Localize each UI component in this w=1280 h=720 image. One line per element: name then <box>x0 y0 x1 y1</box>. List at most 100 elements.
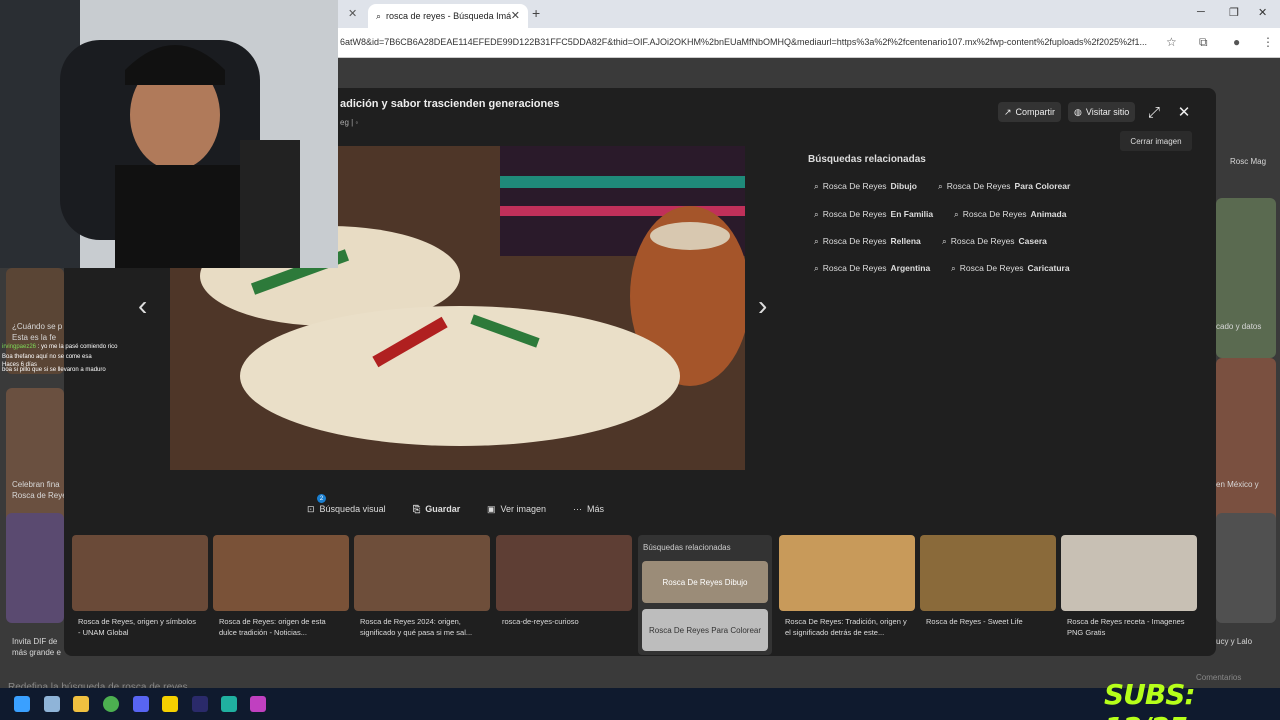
chip-prefix: Rosca De Reyes <box>950 236 1015 246</box>
more-dots-icon: ··· <box>573 504 582 514</box>
chat-user: irvingpaez26 <box>2 344 37 350</box>
bg-caption: cado y datos <box>1216 322 1262 331</box>
subs-counter: SUBS: 12/25 <box>1104 678 1196 720</box>
similar-image-card[interactable]: Rosca de Reyes receta - Imagenes PNG Gra… <box>1061 535 1197 650</box>
view-image-label: Ver imagen <box>500 504 547 514</box>
result-thumb[interactable] <box>1216 358 1276 528</box>
similar-image-card[interactable]: Rosca de Reyes, origen y símbolos - UNAM… <box>72 535 208 650</box>
related-chip[interactable]: ⌕ Rosca De Reyes Casera <box>942 231 1047 251</box>
related-chip[interactable]: ⌕ Rosca De Reyes Caricatura <box>951 258 1070 278</box>
chip-keyword: Rellena <box>890 236 921 246</box>
chip-keyword: Dibujo <box>890 181 917 191</box>
visual-search-label: Búsqueda visual <box>319 504 386 514</box>
premiere-icon[interactable] <box>192 696 208 712</box>
windows-start-icon[interactable] <box>14 696 30 712</box>
result-thumb[interactable] <box>6 388 64 528</box>
capcut-icon[interactable] <box>221 696 237 712</box>
screen-root: ¿Cuándo se p Esta es la fe Celebran fina… <box>0 0 1280 720</box>
bg-caption: Celebran fina <box>12 480 60 489</box>
search-icon: ⌕ <box>942 235 947 246</box>
similar-image <box>779 535 915 611</box>
similar-caption: Rosca de Reyes: origen de esta dulce tra… <box>219 617 326 637</box>
related-box-item[interactable]: Rosca De Reyes Para Colorear <box>642 609 768 651</box>
bg-caption: ucy y Lalo <box>1216 637 1253 646</box>
file-explorer-icon[interactable] <box>73 696 89 712</box>
app-icon[interactable] <box>250 696 266 712</box>
tab-title: rosca de reyes - Búsqueda Imá <box>386 11 512 21</box>
new-tab-icon[interactable]: + <box>532 5 540 21</box>
expand-icon[interactable]: ⤢ <box>1144 102 1164 122</box>
chip-prefix: Rosca De Reyes <box>946 181 1011 191</box>
similar-image <box>920 535 1056 611</box>
chat-text: Boa thefano aquí no se come esa <box>2 354 92 360</box>
related-box-item[interactable]: Rosca De Reyes Dibujo <box>642 561 768 603</box>
bg-caption: Invita DIF de <box>12 637 58 646</box>
chip-keyword: Animada <box>1030 209 1067 219</box>
image-title[interactable]: adición y sabor trascienden generaciones <box>340 98 559 110</box>
related-chip[interactable]: ⌕ Rosca De Reyes Rellena <box>814 231 921 251</box>
next-image-arrow[interactable]: › <box>758 290 767 322</box>
share-button[interactable]: ↗ Compartir <box>998 102 1062 122</box>
streamer-camera <box>0 0 338 268</box>
visit-label: Visitar sitio <box>1085 107 1130 117</box>
related-chip[interactable]: ⌕ Rosca De Reyes Argentina <box>814 258 930 278</box>
related-chip[interactable]: ⌕ Rosca De Reyes Dibujo <box>814 176 917 196</box>
related-chip[interactable]: ⌕ Rosca De Reyes Para Colorear <box>938 176 1070 196</box>
stream-chat: irvingpaez26 : yo me la pasé comiendo ri… <box>0 268 170 388</box>
search-icon: ⌕ <box>814 208 819 219</box>
webcam-overlay <box>0 0 338 268</box>
visit-site-button[interactable]: ◍ Visitar sitio <box>1068 102 1136 122</box>
similar-image-card[interactable]: rosca-de-reyes-curioso <box>496 535 632 650</box>
view-image-button[interactable]: ▣ Ver imagen <box>487 502 546 516</box>
close-icon[interactable]: ✕ <box>348 7 357 20</box>
similar-image-card[interactable]: Rosca De Reyes: Tradición, origen y el s… <box>779 535 915 650</box>
search-icon: ⌕ <box>814 180 819 191</box>
similar-image-card[interactable]: Rosca de Reyes: origen de esta dulce tra… <box>213 535 349 650</box>
more-button[interactable]: ··· Más <box>573 502 604 516</box>
similar-caption: Rosca De Reyes: Tradición, origen y el s… <box>785 617 907 637</box>
similar-image-card[interactable]: Rosca de Reyes - Sweet Life <box>920 535 1056 650</box>
menu-dots-icon[interactable]: ⋮ <box>1262 35 1274 49</box>
visual-search-button[interactable]: ⊡ Búsqueda visual <box>307 502 386 516</box>
minimize-icon[interactable]: ─ <box>1197 6 1205 18</box>
task-view-icon[interactable] <box>44 696 60 712</box>
chip-prefix: Rosca De Reyes <box>959 263 1024 273</box>
related-chip[interactable]: ⌕ Rosca De Reyes En Familia <box>814 204 933 224</box>
close-icon[interactable]: ✕ <box>1174 102 1194 122</box>
chip-prefix: Rosca De Reyes <box>822 209 887 219</box>
bg-caption: Rosca de Reye <box>12 491 67 500</box>
chip-keyword: Argentina <box>890 263 931 273</box>
window-close-icon[interactable]: ✕ <box>1258 6 1267 19</box>
star-icon[interactable]: ☆ <box>1166 35 1177 49</box>
search-icon: ⌕ <box>938 180 943 191</box>
url-text[interactable]: 6atW8&id=7B6CB6A28DEAE114EFEDE99D122B31F… <box>340 37 1162 47</box>
related-searches-box: Búsquedas relacionadas Rosca De Reyes Di… <box>638 535 772 655</box>
result-thumb[interactable] <box>1216 513 1276 623</box>
search-icon: ⌕ <box>814 262 819 273</box>
similar-image <box>213 535 349 611</box>
search-icon: ⌕ <box>814 235 819 246</box>
sticky-notes-icon[interactable] <box>162 696 178 712</box>
discord-icon[interactable] <box>133 696 149 712</box>
bookmark-icon: ⎘ <box>413 503 421 514</box>
extensions-icon[interactable]: ⧉ <box>1199 35 1208 50</box>
chat-text: boa si pillo que si se llevaron a maduro <box>2 367 106 373</box>
close-tab-icon[interactable]: ✕ <box>511 9 520 22</box>
search-icon: ⌕ <box>954 208 959 219</box>
result-thumb[interactable] <box>6 513 64 623</box>
maximize-icon[interactable]: ❐ <box>1229 6 1239 19</box>
similar-image <box>354 535 490 611</box>
similar-caption: rosca-de-reyes-curioso <box>502 617 579 626</box>
active-tab[interactable]: ⌕ rosca de reyes - Búsqueda Imá ✕ <box>368 4 528 28</box>
result-thumb[interactable] <box>1216 198 1276 358</box>
profile-icon[interactable]: ● <box>1233 35 1240 49</box>
related-chip[interactable]: ⌕ Rosca De Reyes Animada <box>954 204 1066 224</box>
similar-image <box>1061 535 1197 611</box>
source-name[interactable]: eg <box>340 118 349 127</box>
similar-image-card[interactable]: Rosca de Reyes 2024: origen, significado… <box>354 535 490 650</box>
save-button[interactable]: ⎘ Guardar <box>413 502 460 516</box>
bg-caption: en México y <box>1216 480 1259 489</box>
image-source: eg | ◦ <box>340 118 359 127</box>
visual-search-badge: 2 <box>317 494 326 503</box>
chrome-icon[interactable] <box>103 696 119 712</box>
